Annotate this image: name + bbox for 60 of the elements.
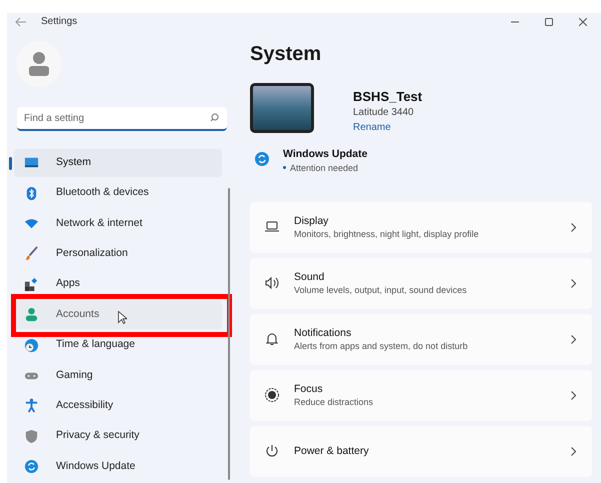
power-icon: [264, 443, 280, 460]
device-name: BSHS_Test: [353, 88, 422, 105]
card-title: Display: [294, 214, 330, 228]
sidebar-item[interactable]: Bluetooth & devices: [14, 179, 222, 208]
card-subtitle: Volume levels, output, input, sound devices: [294, 284, 468, 297]
settings-card[interactable]: Sound Volume levels, output, input, sound devices: [250, 258, 592, 309]
sync-icon: [24, 459, 39, 474]
page-title: System: [250, 42, 322, 67]
card-title: Focus: [294, 382, 324, 396]
sidebar-item[interactable]: Personalization: [14, 240, 222, 268]
person-icon: [24, 307, 39, 322]
mouse-cursor-icon: [118, 310, 127, 324]
sync-icon: [255, 152, 269, 166]
bell-icon: [264, 331, 280, 348]
chevron-right-icon: [571, 278, 576, 288]
back-arrow-icon[interactable]: [15, 16, 27, 27]
card-title: Notifications: [294, 326, 352, 340]
shield-icon: [24, 428, 39, 444]
globe-clock-icon: [24, 338, 39, 353]
card-subtitle: Alerts from apps and system, do not disturb: [294, 340, 469, 353]
settings-card[interactable]: Power & battery: [250, 426, 592, 477]
paintbrush-icon: [24, 246, 39, 262]
card-subtitle: Monitors, brightness, night light, display profile: [294, 228, 480, 241]
search-field[interactable]: Find a setting: [17, 107, 227, 132]
scrollbar[interactable]: [228, 188, 230, 480]
update-title[interactable]: Windows Update: [283, 146, 368, 161]
chevron-right-icon: [571, 222, 576, 232]
speaker-icon: [264, 275, 280, 292]
settings-card[interactable]: Notifications Alerts from apps and system, do not disturb: [250, 314, 592, 365]
maximize-icon[interactable]: [545, 18, 553, 26]
sidebar-item[interactable]: Time & language: [14, 331, 222, 360]
person-silhouette-icon: [29, 52, 49, 76]
card-title: Power & battery: [294, 444, 370, 458]
search-icon: [210, 112, 219, 122]
device-wallpaper-image: [250, 82, 314, 133]
sidebar-item[interactable]: Apps: [14, 270, 222, 298]
sidebar-item[interactable]: Accounts: [14, 300, 222, 329]
window-title: Settings: [41, 15, 78, 30]
chevron-right-icon: [571, 446, 576, 456]
device-model: Latitude 3440: [353, 106, 415, 120]
sidebar-item[interactable]: Accessibility: [14, 392, 222, 420]
sidebar-item[interactable]: Gaming: [14, 361, 222, 390]
chevron-right-icon: [571, 334, 576, 344]
bluetooth-icon: [24, 186, 39, 201]
avatar[interactable]: [16, 40, 62, 87]
close-icon[interactable]: [579, 18, 587, 26]
update-status: Attention needed: [290, 162, 358, 175]
settings-card[interactable]: Display Monitors, brightness, night light, display profile: [250, 202, 592, 253]
sidebar-item[interactable]: Network & internet: [14, 209, 222, 238]
settings-card[interactable]: Focus Reduce distractions: [250, 370, 592, 421]
card-title: Sound: [294, 270, 326, 284]
sidebar-item[interactable]: Windows Update: [14, 452, 222, 481]
accessibility-icon: [24, 398, 39, 414]
rename-link[interactable]: Rename: [353, 120, 422, 135]
chevron-right-icon: [571, 390, 576, 400]
focus-icon: [264, 387, 280, 404]
card-subtitle: Reduce distractions: [294, 396, 374, 409]
selection-indicator: [9, 156, 12, 170]
apps-grid-icon: [24, 276, 39, 292]
sidebar-item[interactable]: Privacy & security: [14, 422, 222, 450]
